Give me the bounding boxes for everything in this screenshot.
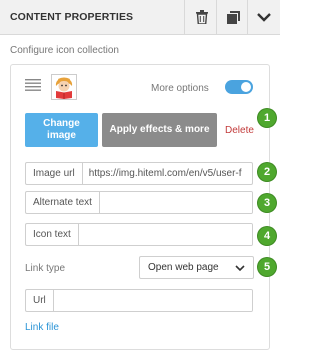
- change-image-button[interactable]: Change image: [25, 113, 98, 147]
- drag-handle-icon[interactable]: [25, 79, 41, 91]
- image-url-field[interactable]: Image url https://img.hiteml.com/en/v5/u…: [25, 162, 253, 185]
- link-file-link[interactable]: Link file: [25, 322, 59, 333]
- icon-text-label: Icon text: [26, 224, 79, 245]
- alternate-text-field[interactable]: Alternate text: [25, 191, 253, 214]
- content-properties-header: CONTENT PROPERTIES: [0, 0, 280, 35]
- chevron-down-icon: [235, 265, 245, 272]
- toggle-knob: [241, 82, 251, 92]
- link-type-select[interactable]: Open web page: [139, 256, 254, 279]
- apply-effects-button[interactable]: Apply effects & more: [102, 113, 217, 147]
- icon-thumbnail[interactable]: [51, 74, 77, 100]
- image-url-value[interactable]: https://img.hiteml.com/en/v5/user-f: [83, 163, 252, 184]
- alternate-text-input[interactable]: [99, 192, 252, 213]
- url-label: Url: [26, 290, 54, 311]
- copy-icon: [227, 10, 240, 24]
- url-input[interactable]: [53, 290, 252, 311]
- section-subtitle: Configure icon collection: [10, 45, 119, 56]
- more-options-toggle[interactable]: [225, 80, 253, 94]
- delete-item-button[interactable]: Delete: [225, 125, 254, 136]
- delete-content-button[interactable]: [184, 0, 218, 34]
- more-options-label: More options: [151, 83, 209, 94]
- badge-2: 2: [258, 163, 276, 181]
- trash-icon: [195, 10, 208, 24]
- panel-title: CONTENT PROPERTIES: [10, 11, 134, 23]
- badge-3: 3: [258, 194, 276, 212]
- link-type-selected: Open web page: [148, 262, 219, 273]
- collapse-button[interactable]: [247, 0, 280, 34]
- duplicate-content-button[interactable]: [216, 0, 250, 34]
- badge-1: 1: [258, 109, 276, 127]
- icon-item-panel: More options Change image Apply effects …: [10, 64, 270, 350]
- url-field[interactable]: Url: [25, 289, 253, 312]
- image-url-label: Image url: [26, 163, 83, 184]
- badge-5: 5: [258, 258, 276, 276]
- link-type-label: Link type: [25, 263, 66, 274]
- alternate-text-label: Alternate text: [26, 192, 100, 213]
- badge-4: 4: [258, 227, 276, 245]
- icon-text-field[interactable]: Icon text: [25, 223, 253, 246]
- icon-text-input[interactable]: [78, 224, 252, 245]
- chevron-down-icon: [257, 12, 271, 22]
- user-reading-icon: [55, 77, 73, 99]
